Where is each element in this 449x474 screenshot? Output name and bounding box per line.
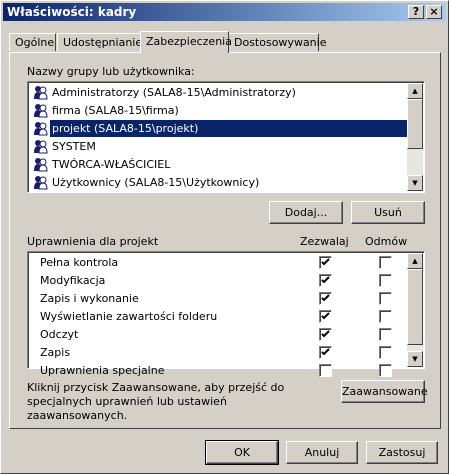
apply-button[interactable]: Zastosuj (366, 441, 438, 464)
tab-security[interactable]: Zabezpieczenia (140, 31, 232, 53)
close-button[interactable]: × (426, 5, 442, 19)
help-button[interactable]: ? (408, 5, 424, 19)
security-panel (9, 52, 441, 429)
window-title: Właściwości: kadry (7, 5, 137, 19)
cancel-button[interactable]: Anuluj (286, 441, 358, 464)
ok-button[interactable]: OK (205, 440, 279, 465)
properties-dialog: Właściwości: kadry ? × Ogólne Udostępnia… (0, 0, 449, 474)
title-bar[interactable]: Właściwości: kadry ? × (3, 3, 446, 21)
tab-general[interactable]: Ogólne (9, 33, 56, 51)
tab-sharing[interactable]: Udostępnianie (57, 33, 142, 51)
tab-customize[interactable]: Dostosowywanie (228, 33, 326, 51)
